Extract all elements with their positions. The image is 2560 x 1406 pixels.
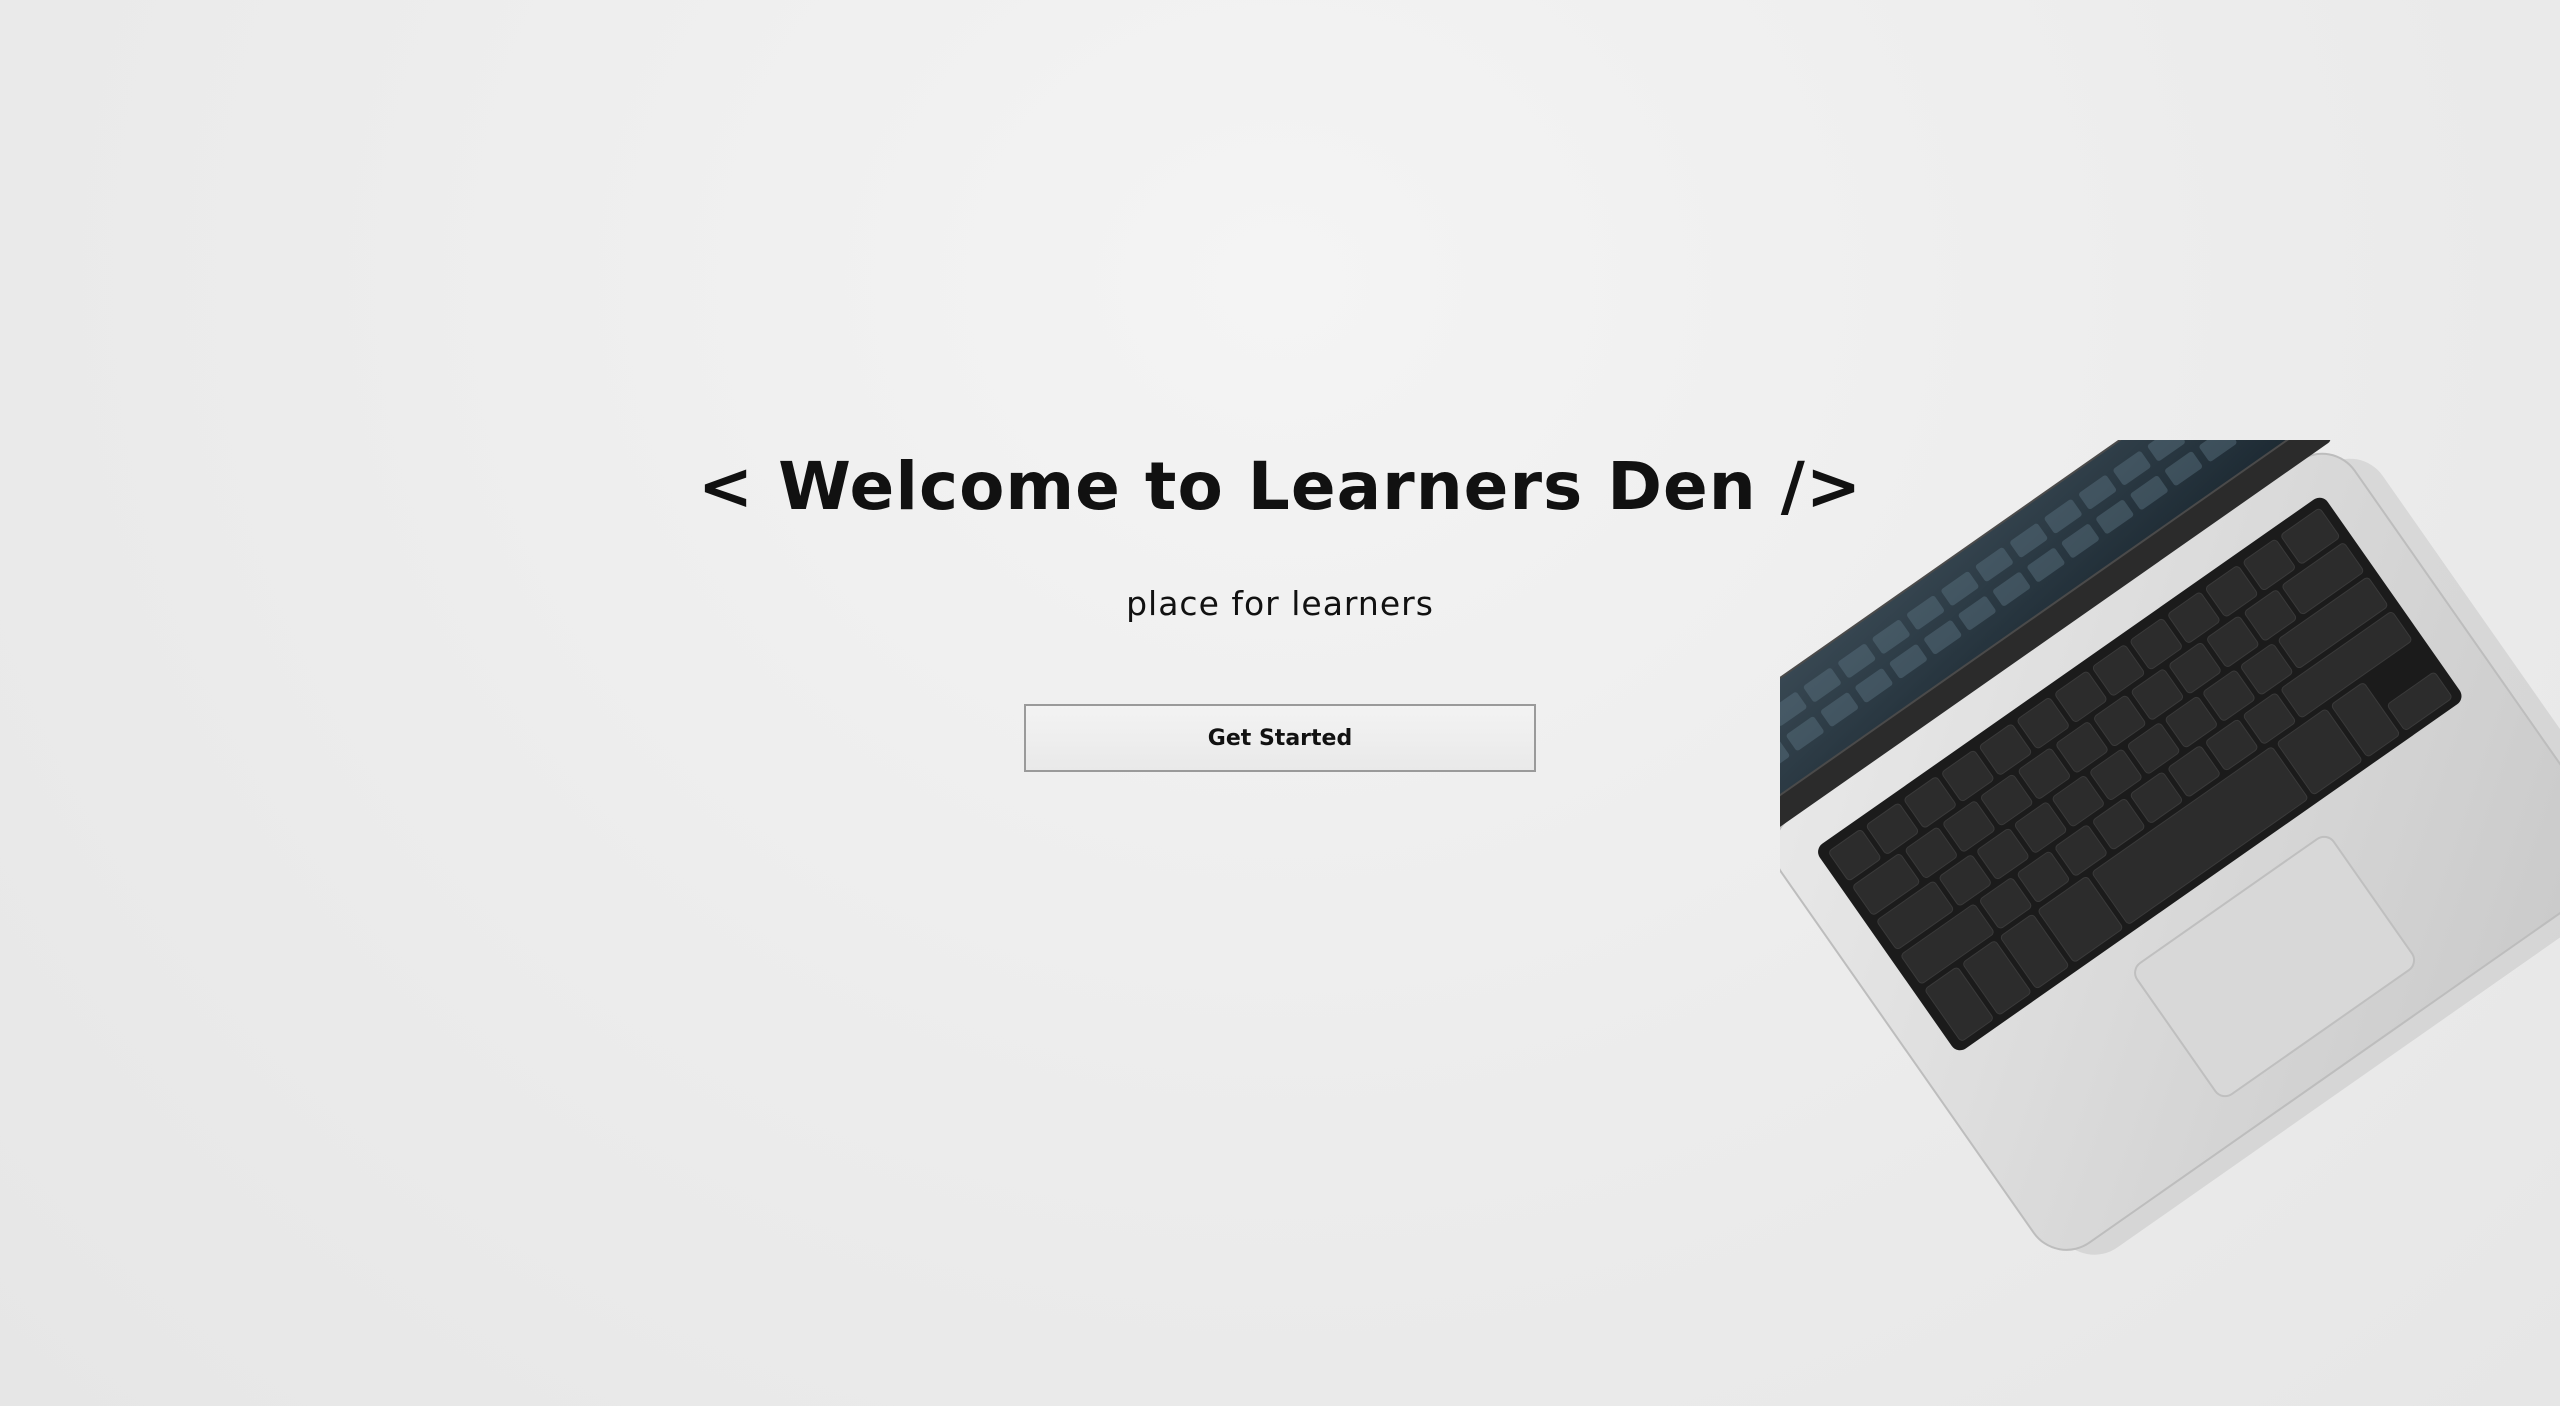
get-started-button[interactable]: Get Started <box>1024 704 1536 772</box>
hero-section: < Welcome to Learners Den /> place for l… <box>0 0 2560 1406</box>
laptop-image <box>1780 440 2560 1255</box>
